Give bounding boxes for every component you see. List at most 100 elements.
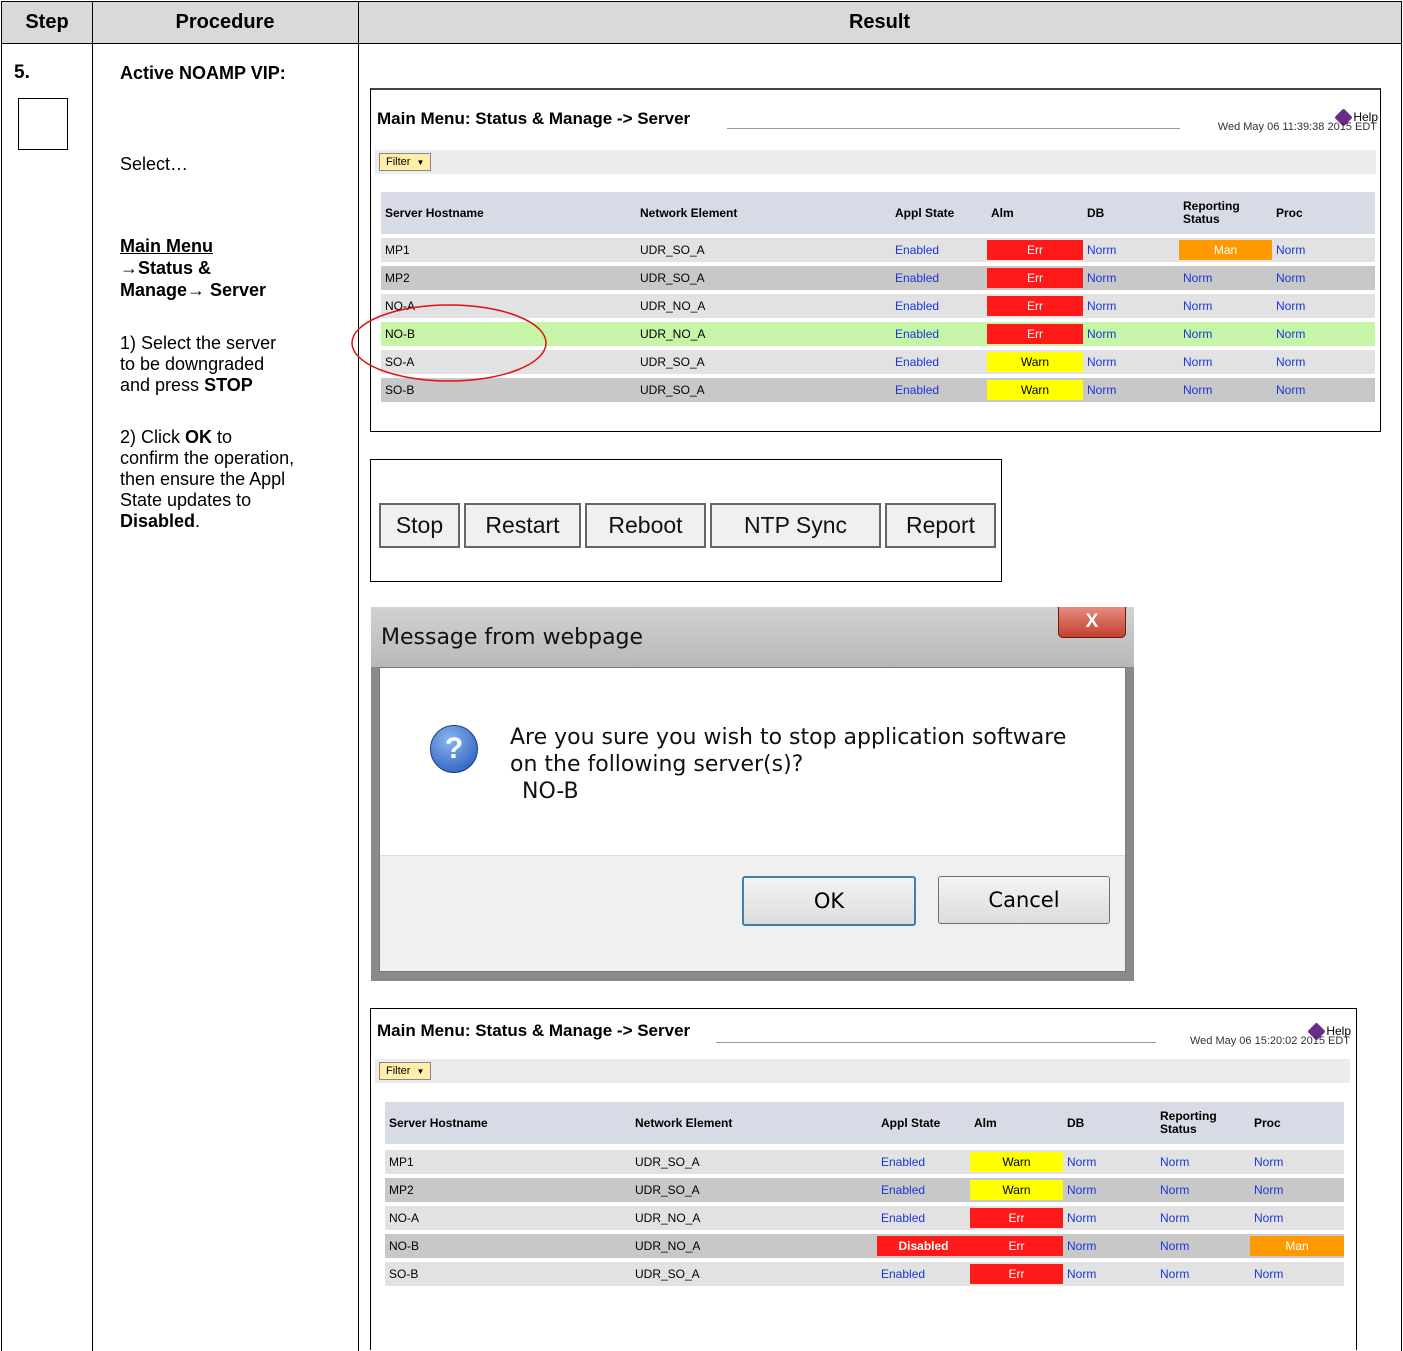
header-result: Result bbox=[358, 2, 1401, 44]
db-status: Norm bbox=[1067, 1155, 1097, 1169]
reporting-status: Norm bbox=[1183, 299, 1213, 313]
table-row[interactable]: MP1 UDR_SO_A Enabled Warn Norm Norm Norm bbox=[385, 1150, 1344, 1174]
column-header[interactable]: Reporting Status bbox=[1179, 192, 1272, 234]
db-status: Norm bbox=[1067, 1267, 1097, 1281]
step-title: Active NOAMP VIP: bbox=[120, 63, 286, 83]
network-element: UDR_SO_A bbox=[640, 383, 705, 397]
alarm-status: Err bbox=[970, 1236, 1063, 1256]
appl-state: Enabled bbox=[881, 1155, 926, 1169]
network-element: UDR_NO_A bbox=[635, 1239, 701, 1253]
server-hostname[interactable]: MP2 bbox=[385, 1178, 631, 1202]
grid-header-row: Server Hostname Network Element Appl State… bbox=[385, 1102, 1344, 1144]
selection-highlight-ellipse bbox=[351, 304, 547, 382]
filter-bar: Filter ▼ bbox=[375, 1059, 1350, 1083]
instruction-1-line1: 1) Select the server bbox=[120, 333, 277, 353]
panel-title: Main Menu: Status & Manage -> Server bbox=[377, 109, 691, 128]
network-element: UDR_NO_A bbox=[635, 1211, 701, 1225]
proc-status: Norm bbox=[1276, 243, 1306, 257]
reporting-status: Norm bbox=[1160, 1267, 1190, 1281]
server-status-panel-after: Main Menu: Status & Manage -> Server Hel… bbox=[370, 1008, 1357, 1350]
column-header[interactable]: Server Hostname bbox=[385, 1102, 631, 1144]
menu-path-server: Manage→ Server bbox=[120, 280, 267, 300]
grid-header-row: Server Hostname Network Element Appl State… bbox=[381, 192, 1375, 234]
select-label: Select… bbox=[120, 154, 189, 174]
cancel-button[interactable]: Cancel bbox=[938, 876, 1110, 924]
alarm-status: Warn bbox=[970, 1180, 1063, 1200]
server-hostname[interactable]: NO-B bbox=[385, 1234, 631, 1258]
restart-button[interactable]: Restart bbox=[464, 503, 581, 548]
proc-status: Norm bbox=[1276, 327, 1306, 341]
column-header[interactable]: Appl State bbox=[891, 192, 987, 234]
db-status: Norm bbox=[1087, 327, 1117, 341]
table-row[interactable]: MP1 UDR_SO_A Enabled Err Norm Man Norm bbox=[381, 238, 1375, 262]
step-checkbox[interactable] bbox=[18, 98, 68, 150]
appl-state: Enabled bbox=[881, 1211, 926, 1225]
table-row[interactable]: MP2 UDR_SO_A Enabled Warn Norm Norm Norm bbox=[385, 1178, 1344, 1202]
alarm-status: Err bbox=[987, 324, 1083, 344]
column-header[interactable]: Network Element bbox=[631, 1102, 877, 1144]
stop-button[interactable]: Stop bbox=[379, 503, 460, 548]
filter-button[interactable]: Filter ▼ bbox=[379, 153, 432, 171]
reporting-status: Norm bbox=[1160, 1211, 1190, 1225]
ok-button[interactable]: OK bbox=[742, 876, 916, 926]
table-row[interactable]: SO-B UDR_SO_A Enabled Err Norm Norm Norm bbox=[385, 1262, 1344, 1286]
proc-status: Norm bbox=[1254, 1211, 1284, 1225]
table-row[interactable]: NO-A UDR_NO_A Enabled Err Norm Norm Norm bbox=[385, 1206, 1344, 1230]
close-button[interactable]: X bbox=[1058, 607, 1126, 638]
column-header[interactable]: Proc bbox=[1272, 192, 1368, 234]
alarm-status: Warn bbox=[987, 352, 1083, 372]
server-status-panel-before: Main Menu: Status & Manage -> Server Hel… bbox=[351, 88, 1381, 432]
column-header[interactable]: Server Hostname bbox=[381, 192, 636, 234]
dialog-message: Are you sure you wish to stop applicatio… bbox=[510, 725, 1067, 804]
dialog-body: ? Are you sure you wish to stop applicat… bbox=[379, 667, 1126, 972]
reporting-status: Norm bbox=[1183, 355, 1213, 369]
appl-state: Enabled bbox=[881, 1183, 926, 1197]
server-hostname[interactable]: MP1 bbox=[385, 1150, 631, 1174]
appl-state: Enabled bbox=[881, 1267, 926, 1281]
column-header[interactable]: Reporting Status bbox=[1156, 1102, 1250, 1144]
table-row[interactable]: MP2 UDR_SO_A Enabled Err Norm Norm Norm bbox=[381, 266, 1375, 290]
menu-path-main: Main Menu bbox=[120, 236, 213, 256]
title-rule bbox=[716, 1042, 1156, 1043]
reboot-button[interactable]: Reboot bbox=[585, 503, 706, 548]
db-status: Norm bbox=[1067, 1239, 1097, 1253]
column-header[interactable]: Alm bbox=[970, 1102, 1063, 1144]
column-header[interactable]: DB bbox=[1063, 1102, 1156, 1144]
appl-state: Enabled bbox=[895, 271, 940, 285]
alarm-status: Err bbox=[987, 240, 1083, 260]
ntp-sync-button[interactable]: NTP Sync bbox=[710, 503, 881, 548]
proc-status: Norm bbox=[1276, 299, 1306, 313]
report-button[interactable]: Report bbox=[885, 503, 996, 548]
filter-bar: Filter ▼ bbox=[375, 150, 1376, 174]
proc-status: Norm bbox=[1276, 271, 1306, 285]
confirm-dialog: Message from webpage X ? Are you sure yo… bbox=[371, 607, 1134, 981]
proc-status: Norm bbox=[1276, 383, 1306, 397]
column-header[interactable]: DB bbox=[1083, 192, 1179, 234]
server-hostname[interactable]: NO-A bbox=[385, 1206, 631, 1230]
column-header[interactable]: Network Element bbox=[636, 192, 891, 234]
title-rule bbox=[727, 128, 1180, 129]
reporting-status: Norm bbox=[1183, 383, 1213, 397]
column-header[interactable]: Proc bbox=[1250, 1102, 1344, 1144]
table-row[interactable]: NO-B UDR_NO_A Disabled Err Norm Norm Man bbox=[385, 1234, 1344, 1258]
server-hostname[interactable]: MP2 bbox=[381, 266, 636, 290]
db-status: Norm bbox=[1087, 383, 1117, 397]
server-hostname[interactable]: SO-B bbox=[385, 1262, 631, 1286]
proc-status: Norm bbox=[1254, 1183, 1284, 1197]
filter-button[interactable]: Filter ▼ bbox=[379, 1062, 432, 1080]
appl-state: Disabled bbox=[877, 1236, 970, 1256]
appl-state: Enabled bbox=[895, 243, 940, 257]
panel-timestamp: Wed May 06 15:20:02 2015 EDT bbox=[1189, 1035, 1350, 1047]
reporting-status: Norm bbox=[1160, 1183, 1190, 1197]
chevron-down-icon: ▼ bbox=[416, 1066, 425, 1076]
column-header[interactable]: Appl State bbox=[877, 1102, 970, 1144]
db-status: Norm bbox=[1087, 243, 1117, 257]
reporting-status: Norm bbox=[1160, 1239, 1190, 1253]
column-header[interactable]: Alm bbox=[987, 192, 1083, 234]
reporting-status: Man bbox=[1179, 240, 1272, 260]
instruction-1-line3: and press STOP bbox=[120, 375, 253, 395]
db-status: Norm bbox=[1087, 299, 1117, 313]
server-hostname[interactable]: MP1 bbox=[381, 238, 636, 262]
instruction-2-line3: then ensure the Appl bbox=[120, 469, 286, 489]
close-icon: X bbox=[1085, 611, 1099, 632]
